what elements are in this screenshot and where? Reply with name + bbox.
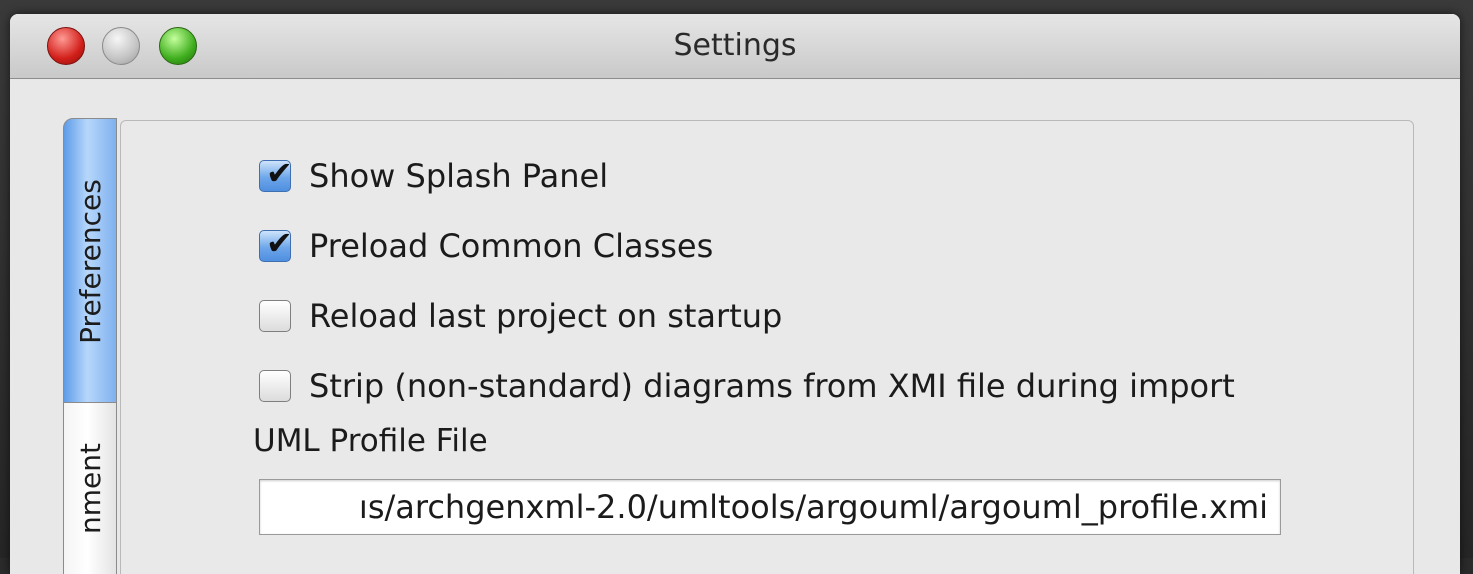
reload-project-label: Reload last project on startup [309,297,783,335]
preload-classes-row[interactable]: ✔ Preload Common Classes [259,224,714,265]
preload-classes-checkbox[interactable]: ✔ [259,224,293,262]
reload-project-row[interactable]: Reload last project on startup [259,297,782,335]
uml-profile-label: UML Profile File [253,423,488,459]
show-splash-label: Show Splash Panel [309,157,609,195]
tab-preferences-label: Preferences [73,178,107,344]
show-splash-row[interactable]: ✔ Show Splash Panel [259,154,609,195]
strip-diagrams-label: Strip (non-standard) diagrams from XMI f… [309,367,1235,405]
uml-profile-path-field[interactable]: ıs/archgenxml-2.0/umltools/argouml/argou… [259,479,1281,535]
show-splash-checkbox[interactable]: ✔ [259,154,293,192]
tab-preferences[interactable]: Preferences [63,118,117,404]
strip-diagrams-row[interactable]: Strip (non-standard) diagrams from XMI f… [259,367,1235,405]
vertical-tab-strip: Preferences nment [63,118,119,574]
tab-environment[interactable]: nment [63,402,117,574]
check-icon: ✔ [266,154,293,192]
strip-diagrams-checkbox[interactable] [259,370,291,402]
preload-classes-label: Preload Common Classes [309,227,714,265]
settings-window: Settings Preferences nment ✔ Show Splash… [10,14,1460,574]
window-title: Settings [673,28,797,63]
title-bar: Settings [10,14,1460,79]
preferences-panel: ✔ Show Splash Panel ✔ Preload Common Cla… [120,120,1414,574]
reload-project-checkbox[interactable] [259,300,291,332]
uml-profile-path-value: ıs/archgenxml-2.0/umltools/argouml/argou… [358,488,1268,526]
check-icon: ✔ [266,224,293,262]
tab-environment-label: nment [73,442,107,534]
